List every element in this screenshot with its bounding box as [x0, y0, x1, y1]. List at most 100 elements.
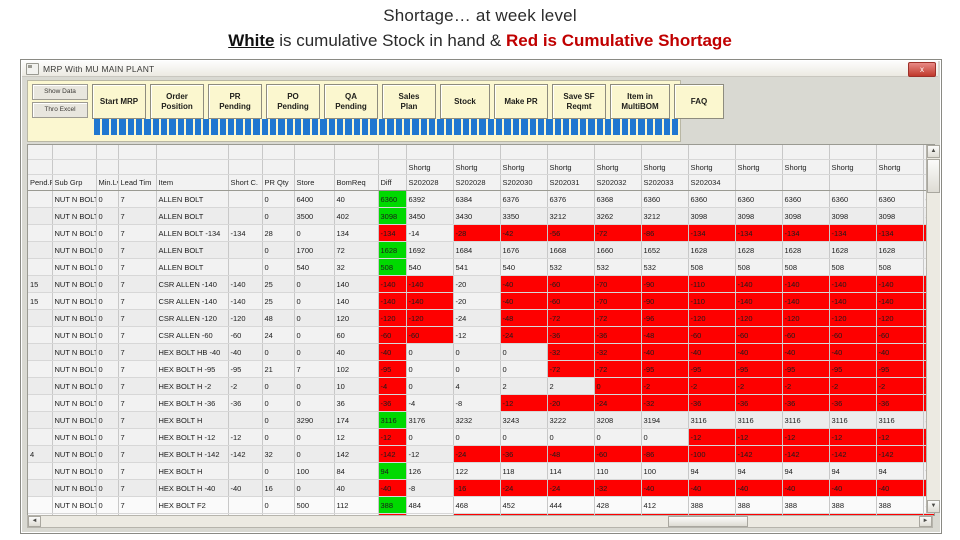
grid-column-header[interactable]: Pend.PO: [28, 174, 53, 191]
week-shortage-cell[interactable]: 6384: [453, 190, 501, 208]
week-shortage-cell[interactable]: 1668: [547, 241, 595, 259]
week-shortage-cell[interactable]: -120: [406, 309, 454, 327]
week-shortage-cell[interactable]: -12: [876, 428, 924, 446]
week-shortage-cell[interactable]: -4: [406, 394, 454, 412]
week-shortage-cell[interactable]: 3194: [641, 411, 689, 429]
pr-qty-cell[interactable]: 24: [262, 326, 295, 344]
week-shortage-cell[interactable]: 100: [641, 462, 689, 480]
item-cell[interactable]: ALLEN BOLT -134: [156, 224, 229, 242]
week-shortage-cell[interactable]: 94: [735, 462, 783, 480]
week-shortage-cell[interactable]: -20: [453, 275, 501, 293]
week-shortage-cell[interactable]: 0: [406, 377, 454, 395]
week-shortage-cell[interactable]: 532: [594, 258, 642, 276]
sub-group-cell[interactable]: NUT N BOLT: [52, 292, 97, 310]
min-level-cell[interactable]: 0: [96, 479, 119, 497]
pend-po-cell[interactable]: [28, 411, 53, 429]
lead-time-cell[interactable]: 7: [118, 479, 157, 497]
week-shortage-cell[interactable]: 118: [500, 462, 548, 480]
week-shortage-cell[interactable]: -95: [735, 360, 783, 378]
pend-po-cell[interactable]: [28, 207, 53, 225]
sub-group-cell[interactable]: NUT N BOLT: [52, 309, 97, 327]
week-shortage-cell[interactable]: 388: [735, 496, 783, 514]
lead-time-cell[interactable]: 7: [118, 292, 157, 310]
week-shortage-cell[interactable]: -8: [453, 394, 501, 412]
store-cell[interactable]: 0: [294, 224, 335, 242]
week-shortage-cell[interactable]: -140: [406, 292, 454, 310]
mrp-data-grid[interactable]: Shortg Shortg Shortg Shortg Shortg Shortg Shor…: [27, 144, 935, 516]
min-level-cell[interactable]: 0: [96, 428, 119, 446]
week-shortage-cell[interactable]: 540: [406, 258, 454, 276]
week-shortage-cell[interactable]: 0: [594, 428, 642, 446]
week-shortage-cell[interactable]: 3116: [688, 411, 736, 429]
week-shortage-cell[interactable]: 468: [453, 496, 501, 514]
week-shortage-cell[interactable]: 508: [876, 258, 924, 276]
pr-qty-cell[interactable]: 28: [262, 224, 295, 242]
diff-cell[interactable]: 1628: [378, 241, 407, 259]
week-shortage-cell[interactable]: -40: [641, 479, 689, 497]
week-shortage-cell[interactable]: 94: [782, 462, 830, 480]
sub-group-cell[interactable]: NUT N BOLT: [52, 479, 97, 497]
week-shortage-cell[interactable]: 3350: [500, 207, 548, 225]
pend-po-cell[interactable]: 15: [28, 292, 53, 310]
item-cell[interactable]: CSR ALLEN -140: [156, 292, 229, 310]
diff-cell[interactable]: 6360: [378, 190, 407, 208]
week-shortage-cell[interactable]: 0: [641, 428, 689, 446]
short-qty-cell[interactable]: -120: [228, 309, 263, 327]
short-qty-cell[interactable]: -12: [228, 428, 263, 446]
week-shortage-cell[interactable]: -140: [876, 275, 924, 293]
week-shortage-cell[interactable]: -12: [500, 394, 548, 412]
item-cell[interactable]: HEX BOLT H: [156, 411, 229, 429]
week-shortage-cell[interactable]: 6360: [735, 190, 783, 208]
lead-time-cell[interactable]: 7: [118, 360, 157, 378]
week-shortage-cell[interactable]: 508: [829, 258, 877, 276]
week-shortage-cell[interactable]: 6360: [876, 190, 924, 208]
bom-req-cell[interactable]: 134: [334, 224, 379, 242]
show-data-button[interactable]: Show Data: [32, 84, 88, 100]
week-shortage-cell[interactable]: -140: [782, 275, 830, 293]
store-cell[interactable]: 3500: [294, 207, 335, 225]
week-shortage-cell[interactable]: -134: [782, 224, 830, 242]
pr-qty-cell[interactable]: 0: [262, 258, 295, 276]
short-qty-cell[interactable]: -2: [228, 377, 263, 395]
week-shortage-cell[interactable]: 1628: [876, 241, 924, 259]
week-shortage-cell[interactable]: -36: [594, 326, 642, 344]
short-qty-cell[interactable]: [228, 207, 263, 225]
week-shortage-cell[interactable]: 6360: [829, 190, 877, 208]
pend-po-cell[interactable]: [28, 224, 53, 242]
week-shortage-cell[interactable]: -134: [735, 224, 783, 242]
pr-qty-cell[interactable]: 0: [262, 207, 295, 225]
week-shortage-cell[interactable]: -96: [641, 309, 689, 327]
diff-cell[interactable]: -36: [378, 394, 407, 412]
week-shortage-cell[interactable]: 3116: [782, 411, 830, 429]
pr-qty-cell[interactable]: 0: [262, 241, 295, 259]
week-shortage-cell[interactable]: 388: [688, 496, 736, 514]
week-shortage-cell[interactable]: -72: [594, 224, 642, 242]
pr-qty-cell[interactable]: 0: [262, 190, 295, 208]
week-shortage-cell[interactable]: 1628: [688, 241, 736, 259]
diff-cell[interactable]: -142: [378, 445, 407, 463]
week-shortage-cell[interactable]: -110: [688, 292, 736, 310]
week-shortage-cell[interactable]: 388: [876, 496, 924, 514]
week-shortage-cell[interactable]: 532: [641, 258, 689, 276]
week-shortage-cell[interactable]: -100: [688, 445, 736, 463]
grid-column-header[interactable]: Item: [156, 174, 229, 191]
item-cell[interactable]: HEX BOLT H -142: [156, 445, 229, 463]
week-shortage-cell[interactable]: 452: [500, 496, 548, 514]
diff-cell[interactable]: -140: [378, 292, 407, 310]
grid-week-column-header[interactable]: S202030: [500, 174, 548, 191]
week-shortage-cell[interactable]: 0: [547, 428, 595, 446]
store-cell[interactable]: 0: [294, 275, 335, 293]
week-shortage-cell[interactable]: -72: [547, 309, 595, 327]
week-shortage-cell[interactable]: 6360: [641, 190, 689, 208]
bom-req-cell[interactable]: 140: [334, 292, 379, 310]
diff-cell[interactable]: 388: [378, 496, 407, 514]
bom-req-cell[interactable]: 102: [334, 360, 379, 378]
store-cell[interactable]: 0: [294, 377, 335, 395]
week-shortage-cell[interactable]: -16: [453, 479, 501, 497]
week-shortage-cell[interactable]: -12: [406, 445, 454, 463]
start-mrp-button[interactable]: Start MRP: [92, 84, 146, 119]
min-level-cell[interactable]: 0: [96, 292, 119, 310]
item-cell[interactable]: ALLEN BOLT: [156, 190, 229, 208]
item-cell[interactable]: HEX BOLT F2: [156, 496, 229, 514]
store-cell[interactable]: 0: [294, 326, 335, 344]
